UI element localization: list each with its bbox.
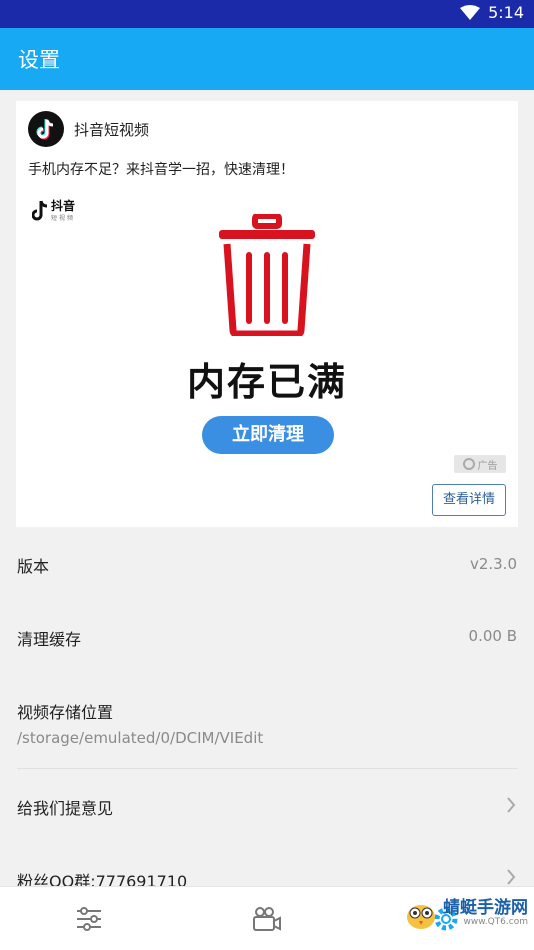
ad-badge: 广告 [454,455,506,473]
ad-header: 抖音短视频 [28,111,149,147]
chevron-right-icon [507,869,516,885]
ad-brand-name: 抖音短视频 [74,120,150,139]
video-camera-icon [253,906,281,931]
ad-small-logo-sub: 短视频 [51,215,76,222]
ad-small-logo-name: 抖音 [51,199,76,213]
ad-card[interactable]: 抖音短视频 手机内存不足？来抖音学一招，快速清理！ 抖音 短视频 内存已满 立即… [16,101,518,527]
ad-badge-icon [462,458,475,470]
storage-path-value: /storage/emulated/0/DCIM/VIEdit [17,729,264,747]
cache-size-value: 0.00 B [468,627,517,645]
ad-description: 手机内存不足？来抖音学一招，快速清理！ [28,162,294,178]
ad-small-logo: 抖音 短视频 [32,199,75,223]
clear-cache-label: 清理缓存 [17,630,82,649]
clean-now-button[interactable]: 立即清理 [202,416,334,454]
tiktok-logo-icon [28,111,64,147]
divider [17,768,518,769]
watermark-url: www.QT6.com [463,917,528,927]
status-right: 5:14 [460,3,524,22]
settings-sliders-icon [77,906,101,931]
feedback-label: 给我们提意见 [17,799,114,818]
status-time: 5:14 [488,3,524,22]
status-bar: 5:14 [0,0,534,28]
chevron-right-icon [507,797,516,813]
watermark: 蜻蜓手游网 www.QT6.com [403,893,528,933]
ad-headline: 内存已满 [186,360,347,404]
page-title: 设置 [18,48,60,72]
mascot-logo-icon [407,905,435,929]
storage-location-label: 视频存储位置 [17,703,114,722]
watermark-title: 蜻蜓手游网 [443,898,528,918]
version-value: v2.3.0 [469,555,517,573]
nav-item-filters[interactable] [39,887,139,950]
app-bar: 设置 [0,28,534,90]
tiktok-note-icon [32,200,48,221]
nav-item-video[interactable] [217,887,317,950]
trash-icon [219,214,315,336]
wifi-icon [460,4,481,20]
version-label: 版本 [17,557,50,576]
view-details-button[interactable]: 查看详情 [432,484,506,516]
ad-badge-label: 广告 [477,460,498,472]
